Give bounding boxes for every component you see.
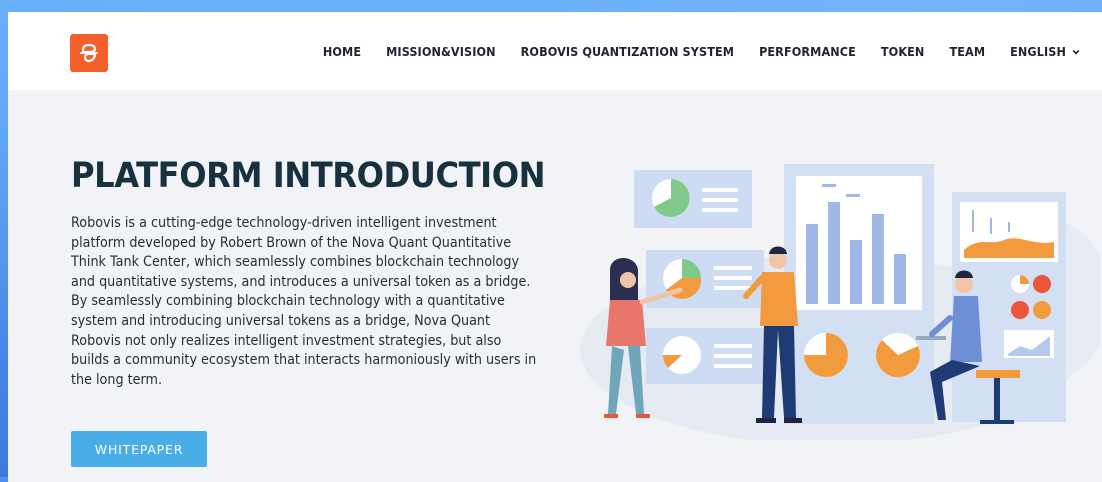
language-label: ENGLISH [1010, 44, 1066, 59]
page-title: PLATFORM INTRODUCTION [71, 156, 546, 196]
main-nav: HOME MISSION&VISION ROBOVIS QUANTIZATION… [298, 44, 1080, 59]
nav-item-token[interactable]: TOKEN [881, 44, 925, 59]
nav-item-mission-vision[interactable]: MISSION&VISION [386, 44, 496, 59]
data-analytics-team-illustration [580, 164, 1100, 440]
nav-item-home[interactable]: HOME [323, 44, 361, 59]
page-card: HOME MISSION&VISION ROBOVIS QUANTIZATION… [8, 12, 1102, 482]
whitepaper-button[interactable]: WHITEPAPER [71, 431, 207, 467]
top-navbar: HOME MISSION&VISION ROBOVIS QUANTIZATION… [8, 12, 1102, 90]
chevron-down-icon [1072, 49, 1080, 55]
language-selector[interactable]: ENGLISH [1010, 44, 1080, 59]
nav-item-team[interactable]: TEAM [949, 44, 985, 59]
nav-item-quantization-system[interactable]: ROBOVIS QUANTIZATION SYSTEM [521, 44, 734, 59]
platform-description: Robovis is a cutting-edge technology-dri… [71, 215, 537, 388]
nav-item-performance[interactable]: PERFORMANCE [759, 44, 856, 59]
brand-logo-icon[interactable] [70, 34, 108, 72]
